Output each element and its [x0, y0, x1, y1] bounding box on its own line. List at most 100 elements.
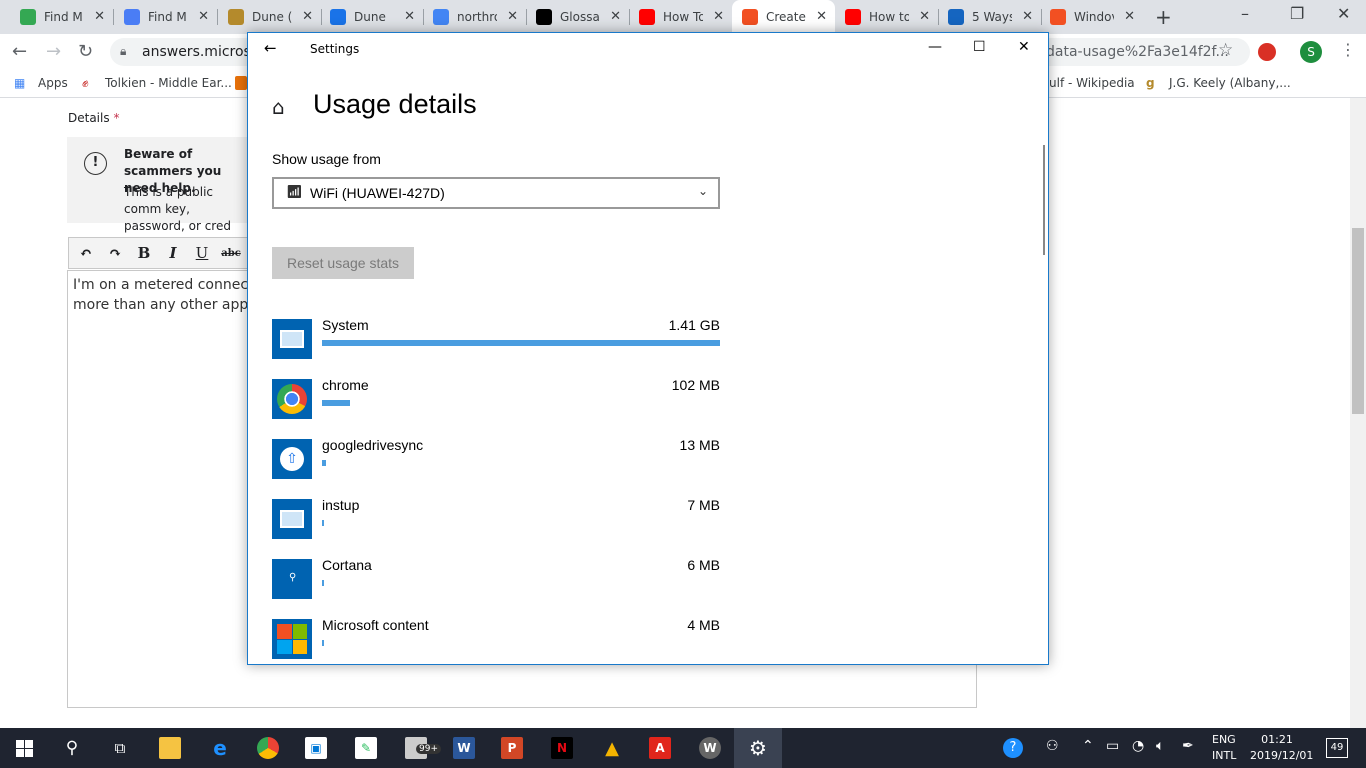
browser-tab[interactable]: Find M ✕ [10, 0, 113, 34]
start-button[interactable] [0, 728, 48, 768]
settings-scrollbar[interactable] [1043, 145, 1045, 255]
language-indicator[interactable]: ENG INTL [1212, 732, 1236, 764]
close-tab-icon[interactable]: ✕ [1124, 9, 1135, 24]
wifi-icon[interactable]: ◔ [1132, 738, 1144, 754]
close-tab-icon[interactable]: ✕ [507, 9, 518, 24]
language-code: ENG [1212, 733, 1236, 746]
underline-button[interactable]: U [189, 240, 215, 266]
word-icon[interactable]: W [440, 728, 488, 768]
close-tab-icon[interactable]: ✕ [94, 9, 105, 24]
back-arrow-icon[interactable]: ← [12, 41, 27, 62]
browser-tab[interactable]: northro ✕ [423, 0, 526, 34]
close-tab-icon[interactable]: ✕ [610, 9, 621, 24]
extension-icon[interactable] [1258, 43, 1276, 61]
acrobat-icon[interactable]: A [636, 728, 684, 768]
page-scrollbar-thumb[interactable] [1352, 228, 1364, 414]
browser-tab[interactable]: How To ✕ [629, 0, 732, 34]
file-explorer-icon[interactable] [146, 728, 194, 768]
bookmark-keely[interactable]: J.G. Keely (Albany,... [1169, 76, 1291, 90]
browser-tab[interactable]: Dune (✕ [218, 0, 321, 34]
close-tab-icon[interactable]: ✕ [302, 9, 313, 24]
evernote-icon[interactable]: ✎ [342, 728, 390, 768]
google-drive-icon: ⇧ [272, 439, 312, 479]
editor-text[interactable]: I'm on a metered connecti more than any … [73, 275, 248, 315]
apps-grid-icon[interactable]: ▦ [14, 76, 25, 90]
browser-tab[interactable]: How to ✕ [835, 0, 938, 34]
tolkien-favicon-icon: ✊︎ [82, 76, 89, 90]
url-text-tail[interactable]: data-usage%2Fa3e14f2f... [1046, 44, 1229, 60]
notifications-icon[interactable]: 49 [1326, 738, 1348, 758]
minimize-browser-button[interactable]: – [1241, 4, 1249, 23]
close-browser-button[interactable]: ✕ [1337, 4, 1350, 23]
reload-icon[interactable]: ↻ [78, 41, 93, 62]
close-tab-icon[interactable]: ✕ [713, 9, 724, 24]
settings-taskbar-icon[interactable]: ⚙ [734, 728, 782, 768]
pen-icon[interactable]: ✒︎ [1182, 738, 1194, 754]
restore-browser-button[interactable]: ❐ [1290, 4, 1304, 23]
task-view-icon[interactable]: ⧉ [96, 728, 144, 768]
chrome-icon[interactable] [244, 728, 292, 768]
browser-tab[interactable]: Create ✕ [732, 0, 835, 34]
app-data-size: 4 MB [687, 617, 720, 633]
browser-tab[interactable]: Windov ✕ [1040, 0, 1143, 34]
usage-bar [322, 520, 324, 526]
close-tab-icon[interactable]: ✕ [404, 9, 415, 24]
italic-button[interactable]: I [160, 240, 186, 266]
browser-tab[interactable]: 5 Ways ✕ [938, 0, 1041, 34]
url-text[interactable]: answers.microsof [142, 44, 264, 60]
bold-button[interactable]: B [131, 240, 157, 266]
powerpoint-icon[interactable]: P [488, 728, 536, 768]
undo-icon[interactable]: ↶ [73, 240, 99, 266]
close-tab-icon[interactable]: ✕ [1022, 9, 1033, 24]
tab-title: How to [869, 10, 909, 24]
people-icon[interactable]: ⚇ [1046, 738, 1059, 754]
usage-bar [322, 580, 324, 586]
close-tab-icon[interactable]: ✕ [198, 9, 209, 24]
strikethrough-button[interactable]: abc [218, 240, 244, 266]
redo-icon[interactable]: ↷ [102, 240, 128, 266]
browser-tab[interactable]: Glossar ✕ [526, 0, 629, 34]
writer-icon[interactable]: W [686, 728, 734, 768]
tab-title: northro [457, 10, 497, 24]
tab-title: Windov [1074, 10, 1114, 24]
app-data-size: 102 MB [671, 377, 720, 393]
lock-icon[interactable]: 🔒︎ [120, 44, 126, 59]
forward-arrow-icon[interactable]: → [46, 41, 61, 62]
wikipedia-icon [536, 9, 552, 25]
onedrive-icon[interactable]: ▲ [588, 728, 636, 768]
browser-tab[interactable]: Find M ✕ [114, 0, 217, 34]
new-tab-button[interactable]: + [1155, 5, 1172, 29]
store-icon[interactable]: ▣ [292, 728, 340, 768]
bookmark-tolkien[interactable]: Tolkien - Middle Ear... [105, 76, 232, 90]
netflix-icon[interactable]: N [538, 728, 586, 768]
volume-icon[interactable]: 🔈︎ [1156, 738, 1164, 754]
edge-icon[interactable]: e [196, 728, 244, 768]
app-usage-row: ⇧ googledrivesync 13 MB [272, 437, 720, 481]
usage-bar [322, 640, 324, 646]
chevron-up-icon[interactable]: ⌃ [1082, 738, 1094, 754]
close-tab-icon[interactable]: ✕ [919, 9, 930, 24]
bookmark-wikipedia[interactable]: ulf - Wikipedia [1049, 76, 1135, 90]
help-icon[interactable]: ? [1003, 738, 1023, 758]
blue-square-icon [124, 9, 140, 25]
mail-icon[interactable]: 99+ [392, 728, 441, 768]
close-tab-icon[interactable]: ✕ [816, 9, 827, 24]
profile-avatar[interactable]: S [1300, 41, 1322, 63]
search-icon[interactable]: ⚲ [48, 728, 96, 768]
usage-bar [322, 340, 720, 346]
bookmark-apps[interactable]: Apps [38, 76, 68, 90]
globe-icon [330, 9, 346, 25]
browser-menu-icon[interactable]: ⋮ [1340, 40, 1356, 59]
app-name: instup [322, 497, 360, 513]
battery-icon[interactable]: ▭ [1106, 738, 1119, 754]
editor-line: I'm on a metered connecti [73, 277, 248, 293]
cortana-icon: ⚲ [272, 559, 312, 599]
youtube-icon [845, 9, 861, 25]
bookmark-star-icon[interactable]: ☆ [1218, 40, 1233, 60]
app-data-size: 6 MB [687, 557, 720, 573]
tab-title: How To [663, 10, 703, 24]
clock[interactable]: 01:21 2019/12/01 [1250, 732, 1313, 764]
tab-title: Find M [148, 10, 187, 24]
browser-tab[interactable]: Dune ✕ [320, 0, 423, 34]
usage-bar [322, 400, 350, 406]
